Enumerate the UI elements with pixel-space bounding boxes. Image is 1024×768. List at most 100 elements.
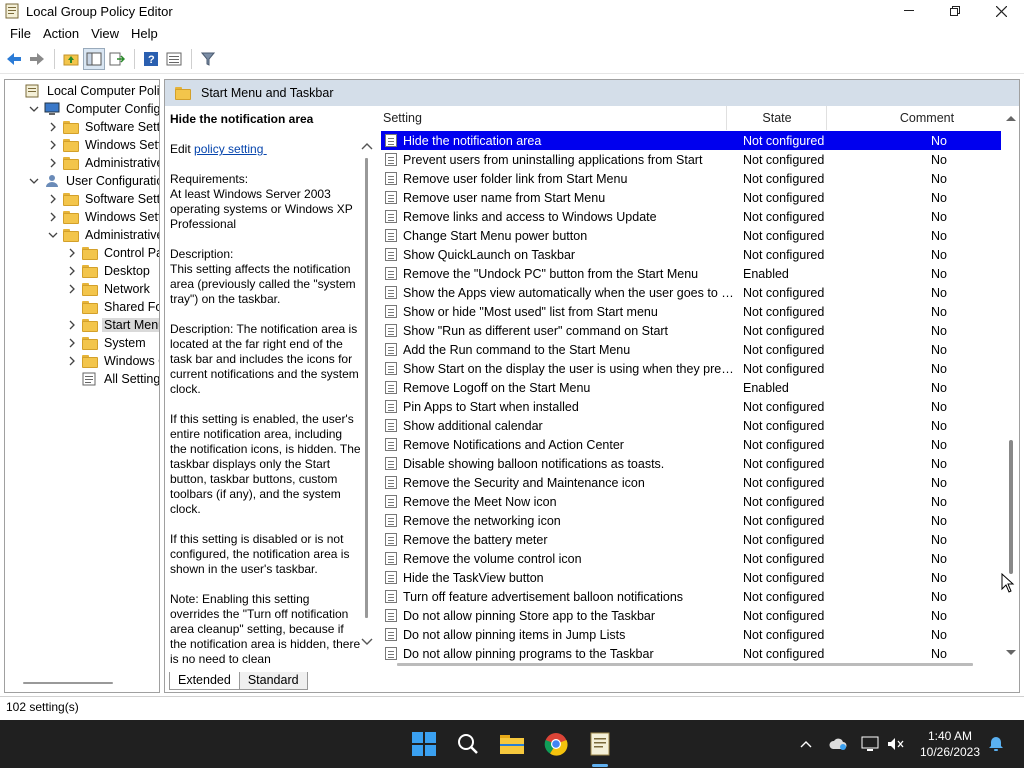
table-row[interactable]: Pin Apps to Start when installed Not conf… (381, 397, 1001, 416)
column-header-setting[interactable]: Setting (383, 106, 713, 130)
chevron-right-icon[interactable] (47, 211, 59, 223)
table-row[interactable]: Change Start Menu power button Not config… (381, 226, 1001, 245)
tree-item[interactable]: Desktop (66, 262, 152, 280)
table-row[interactable]: Show Start on the display the user is us… (381, 359, 1001, 378)
tree-item[interactable]: Windows Cor (66, 352, 159, 370)
tab-standard[interactable]: Standard (238, 672, 308, 690)
forward-arrow-icon[interactable] (26, 48, 48, 70)
chevron-right-icon[interactable] (66, 247, 78, 259)
scroll-up-icon[interactable] (361, 142, 373, 153)
tree-horizontal-scrollbar[interactable] (23, 682, 113, 684)
onedrive-sync-icon[interactable] (828, 734, 848, 754)
table-row[interactable]: Show the Apps view automatically when th… (381, 283, 1001, 302)
minimize-button[interactable] (886, 0, 932, 22)
tree-item[interactable]: System (66, 334, 148, 352)
table-row[interactable]: Add the Run command to the Start Menu Not… (381, 340, 1001, 359)
table-row[interactable]: Show "Run as different user" command on … (381, 321, 1001, 340)
windows-start-icon[interactable] (408, 728, 440, 760)
description-scrollbar[interactable] (361, 142, 373, 650)
table-row[interactable]: Do not allow pinning programs to the Tas… (381, 644, 1001, 663)
menu-file[interactable]: File (4, 26, 37, 41)
tree-item[interactable]: Windows Setting (47, 136, 159, 154)
table-row[interactable]: Remove links and access to Windows Updat… (381, 207, 1001, 226)
taskbar-clock[interactable]: 1:40 AM 10/26/2023 (918, 728, 982, 760)
chevron-right-icon[interactable] (66, 283, 78, 295)
policy-setting-link[interactable]: policy setting (194, 142, 267, 156)
filter-icon[interactable] (197, 48, 219, 70)
chrome-icon[interactable] (540, 728, 572, 760)
up-folder-icon[interactable] (60, 48, 82, 70)
menu-action[interactable]: Action (37, 26, 85, 41)
table-row[interactable]: Remove the "Undock PC" button from the S… (381, 264, 1001, 283)
table-row[interactable]: Show QuickLaunch on Taskbar Not configure… (381, 245, 1001, 264)
tab-extended[interactable]: Extended (169, 672, 240, 690)
column-header-state[interactable]: State (727, 106, 827, 130)
chevron-right-icon[interactable] (47, 121, 59, 133)
column-header-comment[interactable]: Comment (827, 106, 1019, 130)
tree-item[interactable]: Shared Folder (66, 298, 159, 316)
tree-item[interactable]: Software Settings (47, 118, 159, 136)
tree-item[interactable]: Software Settings (47, 190, 159, 208)
table-row[interactable]: Remove user folder link from Start Menu N… (381, 169, 1001, 188)
tree-item[interactable]: All Settings (66, 370, 159, 388)
properties-view-icon[interactable] (163, 48, 185, 70)
chevron-right-icon[interactable] (66, 337, 78, 349)
volume-muted-icon[interactable] (886, 734, 906, 754)
chevron-right-icon[interactable] (47, 193, 59, 205)
network-icon[interactable] (860, 734, 880, 754)
table-row[interactable]: Disable showing balloon notifications as… (381, 454, 1001, 473)
back-arrow-icon[interactable] (3, 48, 25, 70)
file-explorer-icon[interactable] (496, 728, 528, 760)
table-row[interactable]: Remove the networking icon Not configured… (381, 511, 1001, 530)
scroll-up-icon[interactable] (1006, 114, 1016, 125)
tree-item[interactable]: Administrative Te (47, 226, 159, 244)
table-row[interactable]: Hide the TaskView button Not configured No (381, 568, 1001, 587)
chevron-down-icon[interactable] (28, 175, 40, 187)
chevron-right-icon[interactable] (47, 157, 59, 169)
tree-item[interactable]: User Configuration (28, 172, 159, 190)
table-row[interactable]: Remove the battery meter Not configured No (381, 530, 1001, 549)
maximize-button[interactable] (932, 0, 978, 22)
tree-item[interactable]: Network (66, 280, 152, 298)
chevron-right-icon[interactable] (66, 319, 78, 331)
table-row[interactable]: Remove the Security and Maintenance icon… (381, 473, 1001, 492)
chevron-right-icon[interactable] (47, 139, 59, 151)
scroll-down-icon[interactable] (1006, 648, 1016, 659)
description-scroll-thumb[interactable] (365, 158, 368, 618)
table-row[interactable]: Remove Logoff on the Start Menu Enabled No (381, 378, 1001, 397)
table-row[interactable]: Do not allow pinning Store app to the Ta… (381, 606, 1001, 625)
table-row[interactable]: Remove user name from Start Menu Not conf… (381, 188, 1001, 207)
tree-item[interactable]: Control Panel (66, 244, 159, 262)
search-icon[interactable] (452, 728, 484, 760)
menu-help[interactable]: Help (125, 26, 164, 41)
tree-item[interactable]: Start Menu ar (66, 316, 159, 334)
menu-view[interactable]: View (85, 26, 125, 41)
chevron-down-icon[interactable] (28, 103, 40, 115)
help-icon[interactable]: ? (140, 48, 162, 70)
close-button[interactable] (978, 0, 1024, 22)
table-scroll-thumb[interactable] (1009, 440, 1013, 574)
export-list-icon[interactable] (106, 48, 128, 70)
table-row[interactable]: Remove Notifications and Action Center No… (381, 435, 1001, 454)
notification-bell-icon[interactable] (986, 734, 1006, 754)
chevron-up-icon[interactable] (796, 734, 816, 754)
table-row[interactable]: Turn off feature advertisement balloon n… (381, 587, 1001, 606)
table-row[interactable]: Remove the Meet Now icon Not configured No (381, 492, 1001, 511)
table-row[interactable]: Show additional calendar Not configured No (381, 416, 1001, 435)
tree-item[interactable]: Windows Setting (47, 208, 159, 226)
tree-item[interactable]: Computer Configura (28, 100, 159, 118)
table-horizontal-scrollbar[interactable] (397, 663, 973, 666)
chevron-right-icon[interactable] (66, 265, 78, 277)
table-row[interactable]: Remove the volume control icon Not config… (381, 549, 1001, 568)
chevron-down-icon[interactable] (47, 229, 59, 241)
table-row[interactable]: Prevent users from uninstalling applicat… (381, 150, 1001, 169)
scroll-down-icon[interactable] (361, 638, 373, 649)
chevron-right-icon[interactable] (66, 355, 78, 367)
table-row[interactable]: Hide the notification area Not configured… (381, 131, 1001, 150)
policy-editor-taskbar-icon[interactable] (584, 728, 616, 760)
tree-item[interactable]: Administrative Te (47, 154, 159, 172)
table-row[interactable]: Do not allow pinning items in Jump Lists… (381, 625, 1001, 644)
show-hide-tree-icon[interactable] (83, 47, 105, 70)
table-row[interactable]: Show or hide "Most used" list from Start… (381, 302, 1001, 321)
tree-item[interactable]: Local Computer Policy (9, 82, 159, 100)
